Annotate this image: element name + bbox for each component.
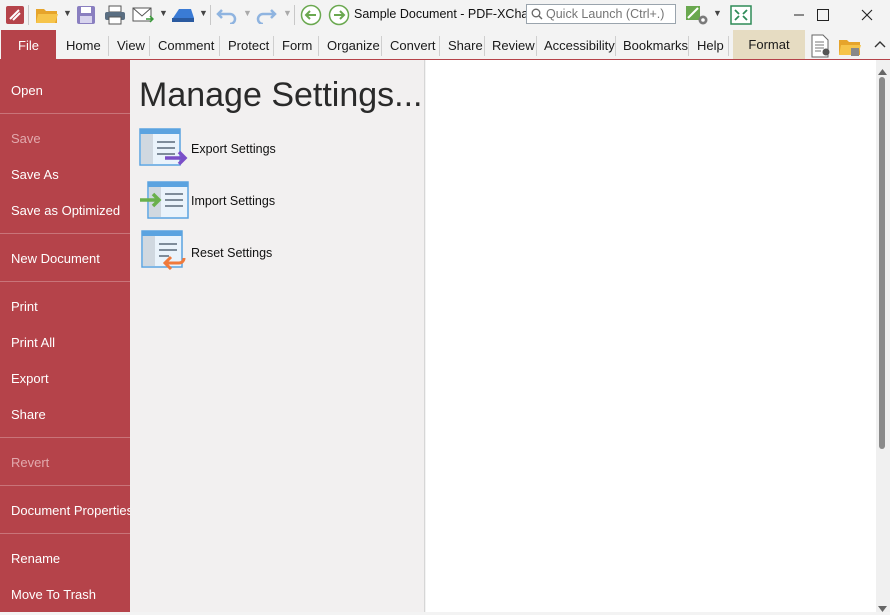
chevron-down-icon[interactable]: ▼ xyxy=(283,8,292,18)
chevron-down-icon[interactable]: ▼ xyxy=(63,8,72,18)
menu-export[interactable]: Export xyxy=(11,371,49,386)
content-area xyxy=(426,60,876,612)
chevron-down-icon[interactable]: ▼ xyxy=(243,8,252,18)
menu-rename[interactable]: Rename xyxy=(11,551,60,566)
tab-organize[interactable]: Organize xyxy=(327,38,380,53)
menu-revert[interactable]: Revert xyxy=(11,455,49,470)
email-icon[interactable] xyxy=(131,4,155,26)
export-settings-icon[interactable] xyxy=(139,128,189,168)
quick-launch-input[interactable] xyxy=(543,7,672,21)
menu-document-properties[interactable]: Document Properties xyxy=(11,503,133,518)
tab-help[interactable]: Help xyxy=(697,38,724,53)
quick-launch-field[interactable] xyxy=(526,4,676,24)
search-icon xyxy=(531,8,543,20)
close-icon[interactable] xyxy=(844,0,890,30)
scrollbar-thumb[interactable] xyxy=(879,77,885,449)
open-folder-icon[interactable] xyxy=(34,4,60,26)
menu-move-to-trash[interactable]: Move To Trash xyxy=(11,587,96,602)
tab-accessibility[interactable]: Accessibility xyxy=(544,38,615,53)
document-properties-icon[interactable] xyxy=(810,34,832,61)
forward-icon[interactable] xyxy=(327,4,351,26)
print-icon[interactable] xyxy=(103,4,127,26)
tab-file[interactable]: File xyxy=(1,30,56,61)
menu-new-document[interactable]: New Document xyxy=(11,251,100,266)
import-settings-icon[interactable] xyxy=(139,180,189,220)
menu-print-all[interactable]: Print All xyxy=(11,335,55,350)
reset-settings-button[interactable]: Reset Settings xyxy=(191,246,272,260)
tab-home[interactable]: Home xyxy=(66,38,101,53)
scroll-up-icon[interactable] xyxy=(878,63,887,78)
scan-icon[interactable] xyxy=(170,4,196,26)
menu-open[interactable]: Open xyxy=(11,83,43,98)
menu-save[interactable]: Save xyxy=(11,131,41,146)
tab-review[interactable]: Review xyxy=(492,38,535,53)
page-title: Manage Settings... xyxy=(139,76,423,114)
window-title: Sample Document - PDF-XCha... xyxy=(354,7,539,21)
tab-view[interactable]: View xyxy=(117,38,145,53)
menu-save-as[interactable]: Save As xyxy=(11,167,59,182)
tab-share[interactable]: Share xyxy=(448,38,483,53)
menu-print[interactable]: Print xyxy=(11,299,38,314)
chevron-down-icon[interactable]: ▼ xyxy=(159,8,168,18)
import-settings-button[interactable]: Import Settings xyxy=(191,194,275,208)
tab-comment[interactable]: Comment xyxy=(158,38,214,53)
export-settings-button[interactable]: Export Settings xyxy=(191,142,276,156)
tab-bookmarks[interactable]: Bookmarks xyxy=(623,38,688,53)
undo-icon[interactable] xyxy=(215,4,239,26)
menu-share[interactable]: Share xyxy=(11,407,46,422)
collapse-ribbon-icon[interactable] xyxy=(874,36,886,52)
reset-settings-icon[interactable] xyxy=(139,230,189,271)
tab-format[interactable]: Format xyxy=(733,30,805,59)
menu-save-as-optimized[interactable]: Save as Optimized xyxy=(11,203,120,218)
title-bar: ▼ ▼ ▼ ▼ ▼ Sample Document - PDF-XCha... … xyxy=(0,0,890,30)
scroll-down-icon[interactable] xyxy=(878,600,887,615)
tab-protect[interactable]: Protect xyxy=(228,38,269,53)
tab-convert[interactable]: Convert xyxy=(390,38,436,53)
chevron-down-icon[interactable]: ▼ xyxy=(713,8,722,18)
tab-form[interactable]: Form xyxy=(282,38,312,53)
app-icon[interactable] xyxy=(4,4,26,26)
customize-icon[interactable] xyxy=(684,4,710,26)
fullscreen-icon[interactable] xyxy=(729,4,753,26)
open-folder-icon[interactable] xyxy=(838,34,862,61)
maximize-icon[interactable] xyxy=(800,0,846,30)
redo-icon[interactable] xyxy=(254,4,278,26)
back-icon[interactable] xyxy=(299,4,323,26)
chevron-down-icon[interactable]: ▼ xyxy=(199,8,208,18)
save-icon[interactable] xyxy=(75,4,97,26)
